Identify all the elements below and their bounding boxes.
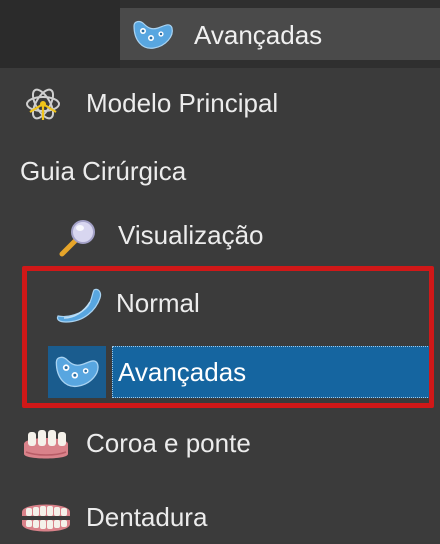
panel-header: Avançadas [0, 0, 440, 68]
tree-item-label: Dentadura [86, 502, 208, 532]
tree-group-label: Guia Cirúrgica [20, 156, 187, 186]
advanced-guide-icon [55, 356, 99, 388]
header-active-tab[interactable]: Avançadas [120, 8, 440, 60]
advanced-guide-icon [133, 20, 173, 49]
tree-item-label: Visualização [118, 220, 264, 250]
denture-icon [22, 504, 70, 532]
magnifier-icon [59, 220, 95, 257]
tree-item-dentadura[interactable]: Dentadura [0, 494, 440, 544]
tree-item-label: Coroa e ponte [86, 428, 251, 458]
header-active-label: Avançadas [194, 20, 323, 50]
crown-bridge-icon [24, 430, 68, 459]
header-spacer [0, 0, 120, 68]
tree-item-coroa-e-ponte[interactable]: Coroa e ponte [0, 420, 440, 470]
molecule-icon [26, 88, 60, 120]
tree-item-avancadas[interactable]: Avançadas [0, 346, 440, 398]
tree-item-normal[interactable]: Normal [0, 280, 440, 330]
tree-item-modelo-principal[interactable]: Modelo Principal [0, 80, 440, 130]
tree-item-label: Avançadas [118, 357, 247, 387]
navigation-panel: Avançadas Modelo Principal Guia Cirúrgic… [0, 0, 440, 542]
tree-item-visualizacao[interactable]: Visualização [0, 212, 440, 262]
tree-item-label: Modelo Principal [86, 88, 279, 118]
tree-item-label: Normal [116, 288, 200, 318]
tree-group-guia-cirurgica[interactable]: Guia Cirúrgica [0, 148, 440, 198]
normal-guide-icon [56, 288, 102, 323]
